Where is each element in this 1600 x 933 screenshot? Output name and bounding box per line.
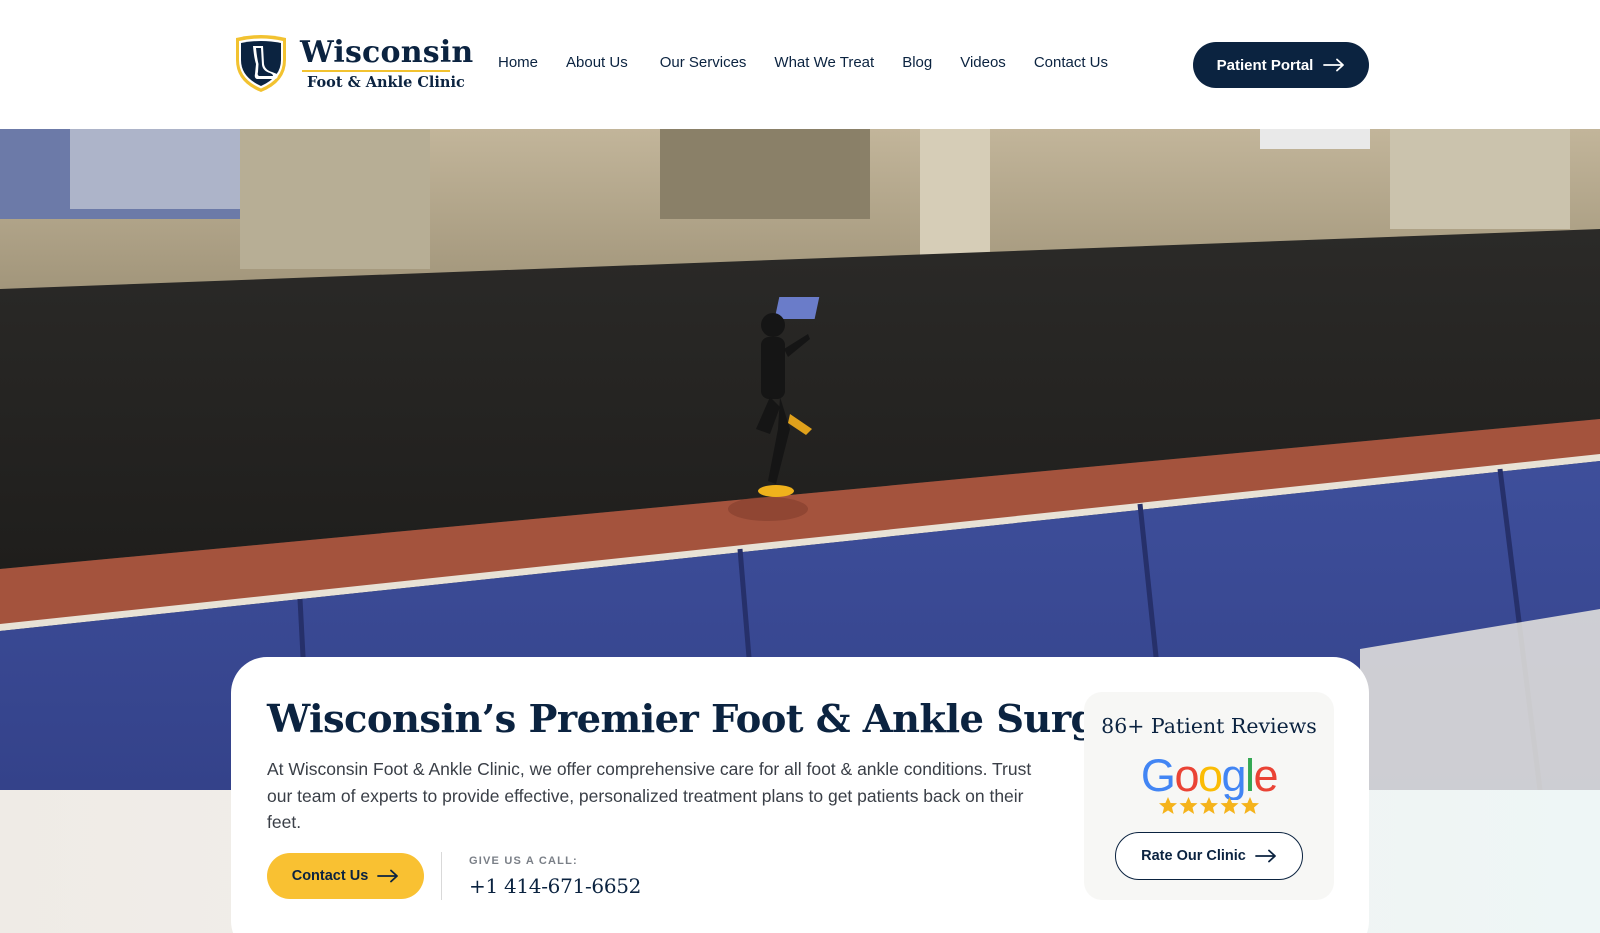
arrow-right-icon <box>1254 849 1276 863</box>
svg-text:Google: Google <box>1141 750 1278 800</box>
nav-home[interactable]: Home <box>498 54 538 71</box>
nav-what-we-treat[interactable]: What We Treat <box>774 54 874 71</box>
five-star-rating <box>1159 797 1259 814</box>
hero-heading: Wisconsin’s Premier Foot & Ankle Surgeon… <box>267 697 1195 742</box>
divider <box>441 852 442 900</box>
clinic-crest-icon <box>236 35 286 92</box>
arrow-right-icon <box>1323 58 1345 72</box>
contact-us-label: Contact Us <box>291 868 369 884</box>
contact-us-button[interactable]: Contact Us <box>267 853 424 899</box>
star-icon <box>1159 797 1259 814</box>
nav-blog[interactable]: Blog <box>902 54 932 71</box>
site-header: Wisconsin Foot & Ankle Clinic Home About… <box>0 0 1600 129</box>
google-logo: Google <box>1141 750 1279 800</box>
nav-our-services[interactable]: Our Services <box>660 54 747 71</box>
patient-portal-button[interactable]: Patient Portal <box>1193 42 1369 88</box>
rate-our-clinic-button[interactable]: Rate Our Clinic <box>1115 832 1303 880</box>
reviews-title: 86+ Patient Reviews <box>1101 714 1317 738</box>
reviews-panel: 86+ Patient Reviews Google Rate Our Clin… <box>1084 692 1334 900</box>
call-label: GIVE US A CALL: <box>469 855 578 867</box>
nav-contact-us[interactable]: Contact Us <box>1034 54 1108 71</box>
arrow-right-icon <box>377 869 399 883</box>
logo-subtitle: Foot & Ankle Clinic <box>307 73 465 91</box>
logo-title: Wisconsin <box>300 34 474 70</box>
rate-our-clinic-label: Rate Our Clinic <box>1141 848 1246 864</box>
phone-number-link[interactable]: +1 414-671-6652 <box>469 874 641 898</box>
nav-videos[interactable]: Videos <box>960 54 1006 71</box>
hero-card: Wisconsin’s Premier Foot & Ankle Surgeon… <box>231 657 1369 933</box>
hero-description: At Wisconsin Foot & Ankle Clinic, we off… <box>267 759 1032 832</box>
nav-about-us[interactable]: About Us <box>566 54 628 71</box>
patient-portal-label: Patient Portal <box>1216 56 1314 74</box>
site-logo[interactable]: Wisconsin Foot & Ankle Clinic <box>230 34 473 94</box>
main-nav: Home About Us Our Services What We Treat… <box>498 54 1136 71</box>
logo-rule <box>302 69 450 72</box>
